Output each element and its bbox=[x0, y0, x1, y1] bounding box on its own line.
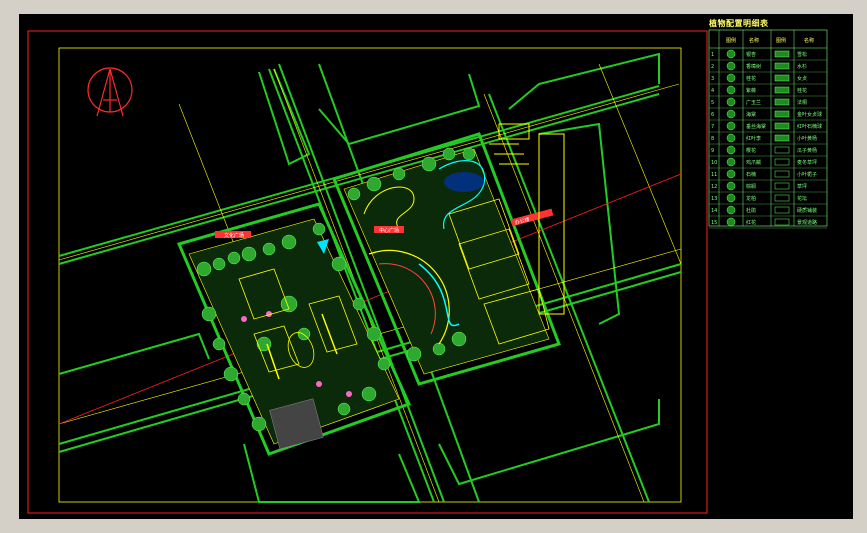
legend-row-name-right: 草坪 bbox=[797, 183, 807, 190]
legend-row-number: 6 bbox=[711, 112, 714, 118]
shrub-symbol-icon bbox=[774, 86, 790, 94]
label-west-plaza: 文化广场 bbox=[224, 232, 244, 239]
legend-row-name: 龙柏 bbox=[746, 195, 756, 202]
legend-row-number: 2 bbox=[711, 64, 714, 70]
tree-symbol-icon bbox=[726, 121, 736, 131]
legend-row-name: 紫薇 bbox=[746, 87, 756, 94]
tree-symbol-icon bbox=[726, 217, 736, 227]
tree-symbol-icon bbox=[726, 133, 736, 143]
tree-symbol-icon bbox=[726, 49, 736, 59]
legend-row-name: 红叶李 bbox=[746, 135, 761, 142]
legend-row-name: 广玉兰 bbox=[746, 99, 761, 106]
legend-row-number: 10 bbox=[711, 160, 717, 166]
legend-row-name: 樱花 bbox=[746, 147, 756, 154]
cad-drawing-viewport[interactable]: 植物配置明细表 文化广场 办公楼 中心广场 图例 名称 图例 名称 1 银杏 雪… bbox=[19, 14, 853, 519]
legend-row-number: 11 bbox=[711, 172, 717, 178]
legend-row-name-right: 花坛 bbox=[797, 195, 807, 202]
legend-row-name: 杜鹃 bbox=[746, 207, 756, 214]
shrub-symbol-icon bbox=[774, 146, 790, 154]
shrub-symbol-icon bbox=[774, 182, 790, 190]
legend-row-name: 石楠 bbox=[746, 171, 756, 178]
legend-row-name: 海棠 bbox=[746, 111, 756, 118]
shrub-symbol-icon bbox=[774, 110, 790, 118]
tree-symbol-icon bbox=[726, 109, 736, 119]
label-central-plaza: 中心广场 bbox=[379, 227, 399, 234]
cad-window: 植物配置明细表 文化广场 办公楼 中心广场 图例 名称 图例 名称 1 银杏 雪… bbox=[0, 0, 867, 533]
legend-row-name-right: 法桐 bbox=[797, 99, 807, 106]
legend-row-name-right: 麦冬草坪 bbox=[797, 159, 817, 166]
north-arrow-icon bbox=[87, 67, 133, 117]
site-plan-drawing: 文化广场 办公楼 中心广场 图例 名称 图例 名称 1 银杏 雪松2 香樟树 水… bbox=[27, 29, 828, 514]
legend-row-name-right: 小叶栀子 bbox=[797, 171, 817, 178]
shrub-symbol-icon bbox=[774, 98, 790, 106]
legend-row-number: 7 bbox=[711, 124, 714, 130]
legend-header-4: 名称 bbox=[804, 37, 814, 44]
shrub-symbol-icon bbox=[774, 50, 790, 58]
legend-row-name: 红花 bbox=[746, 219, 756, 226]
tree-symbol-icon bbox=[726, 157, 736, 167]
legend-row-name-right: 金叶女贞球 bbox=[797, 111, 822, 118]
legend-row-number: 14 bbox=[711, 208, 717, 214]
tree-symbol-icon bbox=[726, 145, 736, 155]
legend-row-name-right: 瓜子黄杨 bbox=[797, 147, 817, 154]
shrub-symbol-icon bbox=[774, 194, 790, 202]
legend-row-number: 12 bbox=[711, 184, 717, 190]
legend-row-number: 13 bbox=[711, 196, 717, 202]
tree-symbol-icon bbox=[726, 97, 736, 107]
shrub-symbol-icon bbox=[774, 206, 790, 214]
legend-row-name: 鸡爪槭 bbox=[746, 159, 761, 166]
legend-row-name-right: 小叶黄杨 bbox=[797, 135, 817, 142]
tree-symbol-icon bbox=[726, 61, 736, 71]
legend-row-number: 3 bbox=[711, 76, 714, 82]
legend-row-name-right: 女贞 bbox=[797, 75, 807, 82]
legend-row-name: 香樟树 bbox=[746, 63, 761, 70]
legend-row-name-right: 硬质铺装 bbox=[797, 207, 817, 214]
legend-row-number: 1 bbox=[711, 52, 714, 58]
shrub-symbol-icon bbox=[774, 74, 790, 82]
tree-symbol-icon bbox=[726, 193, 736, 203]
legend-row-name-right: 桂花 bbox=[797, 87, 807, 94]
tree-symbol-icon bbox=[726, 73, 736, 83]
shrub-symbol-icon bbox=[774, 218, 790, 226]
legend-row-name: 棕榈 bbox=[746, 183, 756, 190]
legend-header-2: 名称 bbox=[749, 37, 759, 44]
tree-symbol-icon bbox=[726, 85, 736, 95]
tree-symbol-icon bbox=[726, 181, 736, 191]
legend-row-name-right: 水杉 bbox=[797, 63, 807, 70]
shrub-symbol-icon bbox=[774, 170, 790, 178]
legend-row-name: 银杏 bbox=[746, 51, 756, 58]
legend-row-number: 5 bbox=[711, 100, 714, 106]
legend-row-name-right: 景观道路 bbox=[797, 219, 817, 226]
shrub-symbol-icon bbox=[774, 134, 790, 142]
legend-row-name-right: 红叶石楠球 bbox=[797, 123, 822, 130]
legend-row-name: 桂花 bbox=[746, 75, 756, 82]
shrub-symbol-icon bbox=[774, 122, 790, 130]
legend-row-number: 9 bbox=[711, 148, 714, 154]
legend-row-number: 8 bbox=[711, 136, 714, 142]
plant-legend-table: 图例 名称 图例 名称 1 银杏 雪松 2 香樟树 水杉 3 桂花 女贞 4 紫薇 桂花 5 广玉兰 法桐 6… bbox=[708, 29, 828, 229]
legend-row-number: 15 bbox=[711, 220, 717, 226]
road-network bbox=[58, 63, 682, 503]
shrub-symbol-icon bbox=[774, 62, 790, 70]
legend-header-3: 图例 bbox=[776, 37, 786, 44]
tree-symbol-icon bbox=[726, 169, 736, 179]
legend-header-1: 图例 bbox=[726, 37, 736, 44]
legend-row-name: 垂丝海棠 bbox=[746, 123, 766, 130]
legend-row-number: 4 bbox=[711, 88, 714, 94]
shrub-symbol-icon bbox=[774, 158, 790, 166]
tree-symbol-icon bbox=[726, 205, 736, 215]
legend-row-name-right: 雪松 bbox=[797, 51, 807, 58]
